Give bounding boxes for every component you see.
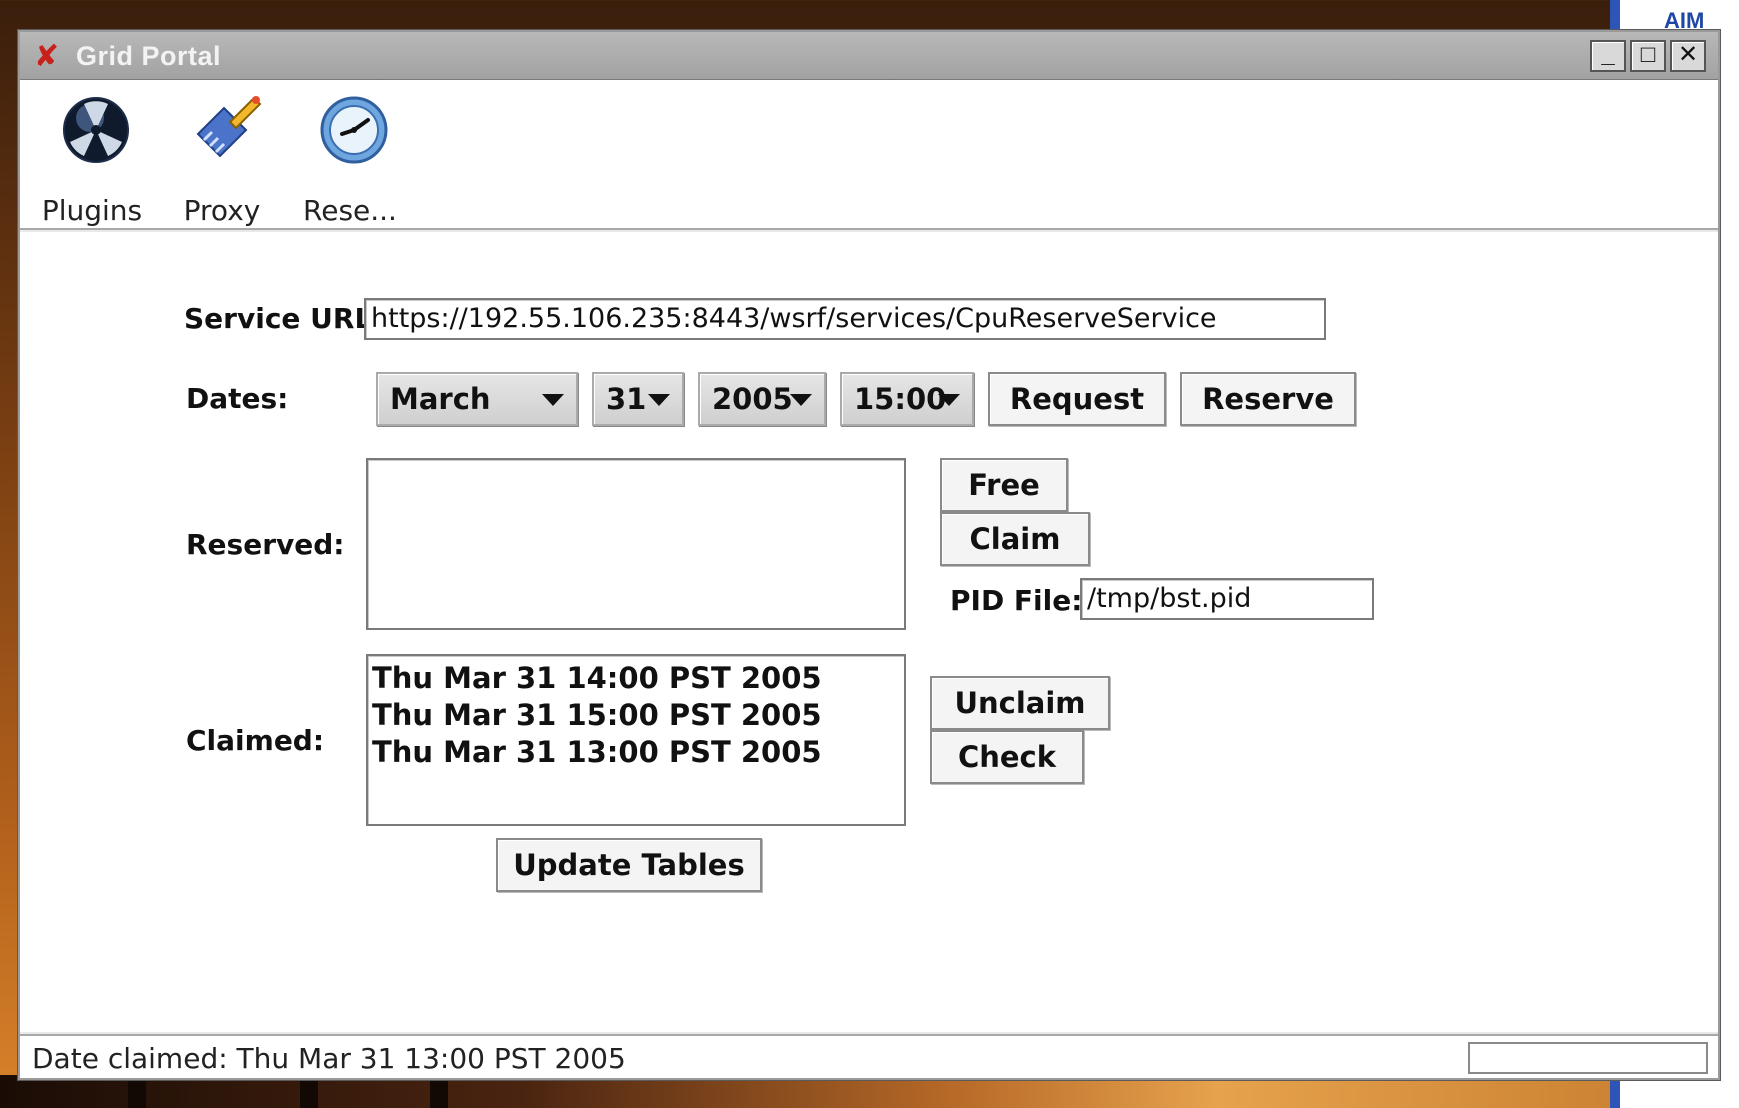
month-select-value: March bbox=[390, 382, 491, 416]
desktop-silhouette bbox=[430, 1078, 448, 1108]
claimed-list[interactable]: Thu Mar 31 14:00 PST 2005 Thu Mar 31 15:… bbox=[366, 654, 906, 826]
toolbar-proxy-button[interactable]: Proxy bbox=[162, 90, 282, 227]
status-bar: Date claimed: Thu Mar 31 13:00 PST 2005 bbox=[20, 1034, 1718, 1078]
proxy-icon bbox=[196, 96, 262, 158]
reservation-clock-icon bbox=[320, 96, 388, 164]
list-item[interactable]: Thu Mar 31 14:00 PST 2005 bbox=[372, 660, 900, 697]
year-select[interactable]: 2005 bbox=[698, 372, 826, 426]
service-url-label: Service URL: bbox=[184, 302, 384, 335]
desktop-silhouette bbox=[128, 1078, 146, 1108]
list-item[interactable]: Thu Mar 31 13:00 PST 2005 bbox=[372, 734, 900, 771]
main-content: Service URL: https://192.55.106.235:8443… bbox=[20, 232, 1718, 1032]
toolbar-label: Plugins bbox=[41, 194, 143, 227]
chevron-down-icon bbox=[790, 394, 812, 406]
chevron-down-icon bbox=[542, 394, 564, 406]
maximize-button[interactable]: □ bbox=[1630, 40, 1666, 72]
status-text: Date claimed: Thu Mar 31 13:00 PST 2005 bbox=[32, 1042, 626, 1075]
pid-file-input[interactable]: /tmp/bst.pid bbox=[1080, 578, 1374, 620]
status-progress-bar bbox=[1468, 1042, 1708, 1074]
service-url-input[interactable]: https://192.55.106.235:8443/wsrf/service… bbox=[364, 298, 1326, 340]
day-select[interactable]: 31 bbox=[592, 372, 684, 426]
toolbar-plugins-button[interactable]: Plugins bbox=[32, 90, 152, 227]
plugins-icon bbox=[63, 97, 129, 163]
pid-file-label: PID File: bbox=[950, 584, 1083, 617]
month-select[interactable]: March bbox=[376, 372, 578, 426]
toolbar: Plugins Proxy Rese... bbox=[20, 80, 1718, 230]
year-select-value: 2005 bbox=[712, 382, 793, 416]
list-item[interactable]: Thu Mar 31 15:00 PST 2005 bbox=[372, 697, 900, 734]
request-button[interactable]: Request bbox=[988, 372, 1166, 426]
reserve-button[interactable]: Reserve bbox=[1180, 372, 1356, 426]
reserved-label: Reserved: bbox=[186, 528, 345, 561]
minimize-button[interactable]: _ bbox=[1590, 40, 1626, 72]
time-select-value: 15:00 bbox=[854, 382, 947, 416]
grid-portal-window: ✘ Grid Portal _ □ ✕ Plugins Proxy Rese..… bbox=[18, 30, 1720, 1080]
app-close-x-icon: ✘ bbox=[34, 40, 60, 73]
time-select[interactable]: 15:00 bbox=[840, 372, 974, 426]
title-bar[interactable]: ✘ Grid Portal _ □ ✕ bbox=[20, 32, 1718, 80]
update-tables-button[interactable]: Update Tables bbox=[496, 838, 762, 892]
window-title: Grid Portal bbox=[76, 41, 222, 71]
desktop-silhouette bbox=[300, 1078, 318, 1108]
close-button[interactable]: ✕ bbox=[1670, 40, 1706, 72]
chevron-down-icon bbox=[938, 394, 960, 406]
check-button[interactable]: Check bbox=[930, 730, 1084, 784]
toolbar-reservation-button[interactable]: Rese... bbox=[290, 90, 410, 227]
unclaim-button[interactable]: Unclaim bbox=[930, 676, 1110, 730]
claim-button[interactable]: Claim bbox=[940, 512, 1090, 566]
toolbar-label: Proxy bbox=[183, 194, 261, 227]
toolbar-label: Rese... bbox=[303, 194, 397, 227]
day-select-value: 31 bbox=[606, 382, 647, 416]
free-button[interactable]: Free bbox=[940, 458, 1068, 512]
claimed-label: Claimed: bbox=[186, 724, 325, 757]
chevron-down-icon bbox=[648, 394, 670, 406]
reserved-list[interactable] bbox=[366, 458, 906, 630]
dates-label: Dates: bbox=[186, 382, 289, 415]
